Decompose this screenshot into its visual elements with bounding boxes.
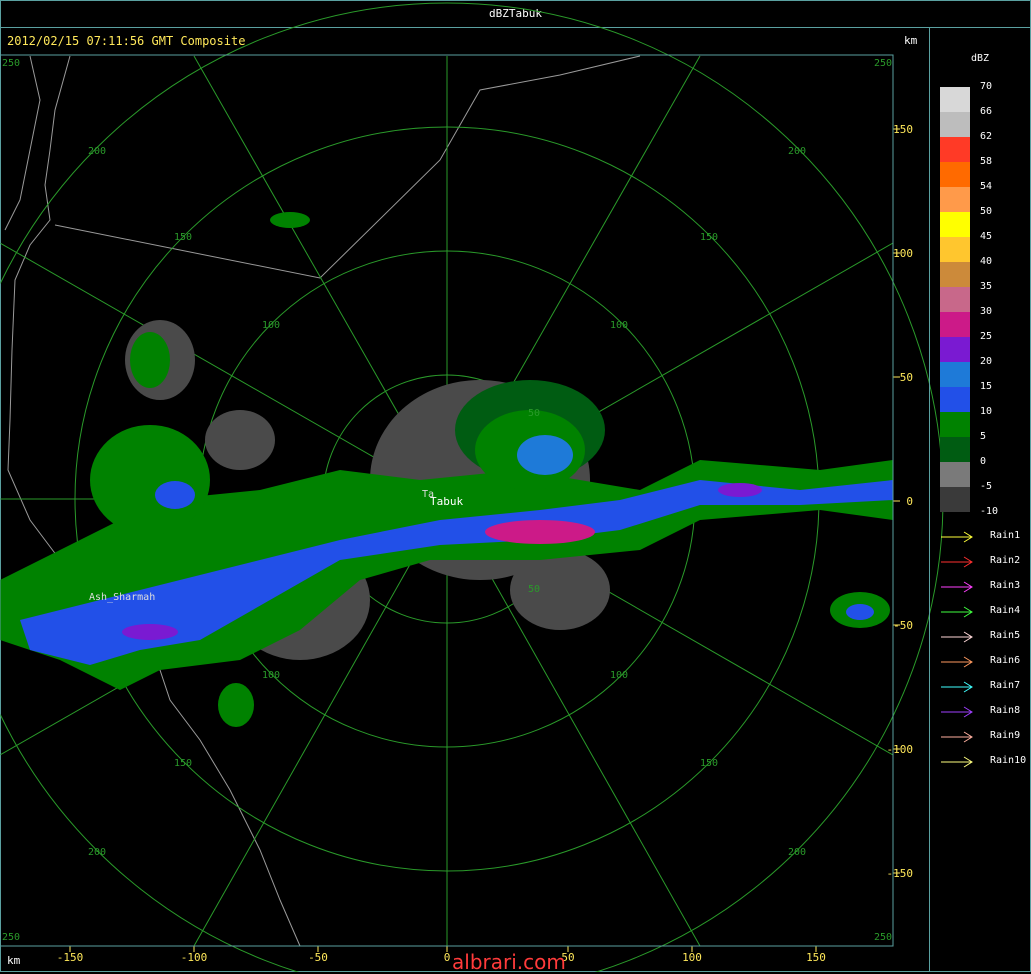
rain-legend-item: Rain8 xyxy=(940,705,1030,719)
x-tick: 100 xyxy=(682,951,702,964)
rain-legend-label: Rain4 xyxy=(990,605,1021,616)
rain-legend-label: Rain3 xyxy=(990,580,1021,591)
ring-label: 200 xyxy=(788,146,806,157)
ring-label: 150 xyxy=(700,232,718,243)
legend-swatch-label: -10 xyxy=(980,506,999,517)
legend-swatch-label: 40 xyxy=(980,256,993,267)
x-tick: 150 xyxy=(806,951,826,964)
ring-label: 50 xyxy=(528,408,540,419)
legend-swatch xyxy=(940,337,970,362)
rain-legend-item: Rain6 xyxy=(940,655,1030,669)
ring-label: 200 xyxy=(788,847,806,858)
arrow-icon xyxy=(941,531,973,543)
ring-label: 150 xyxy=(174,758,192,769)
legend-swatch-label: 10 xyxy=(980,406,993,417)
legend-swatch-label: 58 xyxy=(980,156,993,167)
legend-swatch xyxy=(940,87,970,112)
rain-legend-label: Rain9 xyxy=(990,730,1021,741)
rain-legend-item: Rain4 xyxy=(940,605,1030,619)
legend-swatch xyxy=(940,487,970,512)
y-tick: 50 xyxy=(900,371,913,384)
legend-swatch-label: 54 xyxy=(980,181,993,192)
legend-swatch xyxy=(940,312,970,337)
ring-label: 100 xyxy=(262,320,280,331)
station-label: Tabuk xyxy=(430,495,463,508)
ring-label: 100 xyxy=(610,320,628,331)
arrow-icon xyxy=(941,631,973,643)
radar-map[interactable]: 50 50 100 100 100 100 150 150 150 150 20… xyxy=(0,0,1031,972)
legend-swatch-label: 5 xyxy=(980,431,987,442)
legend-swatch xyxy=(940,112,970,137)
legend-swatch xyxy=(940,262,970,287)
legend-swatch-label: 70 xyxy=(980,81,993,92)
x-tick: -50 xyxy=(308,951,328,964)
rain-legend-item: Rain3 xyxy=(940,580,1030,594)
legend-swatch xyxy=(940,387,970,412)
legend-swatch-label: 35 xyxy=(980,281,993,292)
legend-swatch-label: 20 xyxy=(980,356,993,367)
y-axis-ticklines xyxy=(893,128,900,874)
rain-legend-label: Rain5 xyxy=(990,630,1021,641)
rain-legend-label: Rain6 xyxy=(990,655,1021,666)
arrow-icon xyxy=(941,706,973,718)
ring-label: 200 xyxy=(88,146,106,157)
legend-swatch-label: 66 xyxy=(980,106,993,117)
ring-label: 250 xyxy=(2,58,20,69)
ring-label: 100 xyxy=(262,670,280,681)
arrow-icon xyxy=(941,606,973,618)
legend-swatch xyxy=(940,287,970,312)
legend-swatch xyxy=(940,137,970,162)
legend-swatch-label: 15 xyxy=(980,381,993,392)
legend-swatch xyxy=(940,187,970,212)
x-tick: -150 xyxy=(57,951,84,964)
arrow-icon xyxy=(941,756,973,768)
ring-label: 200 xyxy=(88,847,106,858)
rain-legend-item: Rain9 xyxy=(940,730,1030,744)
rain-legend-item: Rain10 xyxy=(940,755,1030,769)
legend-swatch xyxy=(940,237,970,262)
x-tick: 0 xyxy=(444,951,451,964)
arrow-icon xyxy=(941,731,973,743)
legend-unit-label: dBZ xyxy=(971,53,990,64)
rain-legend-label: Rain7 xyxy=(990,680,1021,691)
x-axis-ticks: -150 -100 -50 0 50 100 150 xyxy=(57,951,826,964)
legend-swatch-label: 45 xyxy=(980,231,993,242)
arrow-icon xyxy=(941,681,973,693)
y-tick: 0 xyxy=(906,495,913,508)
legend-swatch-label: 30 xyxy=(980,306,993,317)
legend-swatch-label: -5 xyxy=(980,481,993,492)
ring-label: 250 xyxy=(874,58,892,69)
rain-legend-item: Rain5 xyxy=(940,630,1030,644)
legend-swatch-label: 50 xyxy=(980,206,993,217)
legend-swatch xyxy=(940,437,970,462)
ring-label: 150 xyxy=(700,758,718,769)
arrow-icon xyxy=(941,656,973,668)
legend-swatch xyxy=(940,362,970,387)
rain-legend-label: Rain10 xyxy=(990,755,1027,766)
watermark: albrari.com xyxy=(452,950,566,974)
rain-legend-item: Rain1 xyxy=(940,530,1030,544)
ring-label: 50 xyxy=(528,584,540,595)
ring-label: 150 xyxy=(174,232,192,243)
legend-swatch-label: 62 xyxy=(980,131,993,142)
legend-panel: dBZ 70 66 62 58 54 50 45 40 35 30 25 20 15 10 5 0 -5 -10 … xyxy=(929,28,1031,972)
rain-legend-item: Rain2 xyxy=(940,555,1030,569)
ring-label: 100 xyxy=(610,670,628,681)
arrow-icon xyxy=(941,556,973,568)
arrow-icon xyxy=(941,581,973,593)
legend-swatch xyxy=(940,212,970,237)
ring-label: 250 xyxy=(874,932,892,943)
legend-swatch-label: 25 xyxy=(980,331,993,342)
legend-swatch xyxy=(940,412,970,437)
rain-legend-label: Rain1 xyxy=(990,530,1021,541)
ring-label: 250 xyxy=(2,932,20,943)
x-tick: -100 xyxy=(181,951,208,964)
legend-swatch xyxy=(940,462,970,487)
rain-legend-item: Rain7 xyxy=(940,680,1030,694)
legend-swatch-label: 0 xyxy=(980,456,987,467)
rain-legend-label: Rain2 xyxy=(990,555,1021,566)
city-label: Ash_Sharmah xyxy=(89,592,155,603)
legend-swatch xyxy=(940,162,970,187)
rain-legend-label: Rain8 xyxy=(990,705,1021,716)
